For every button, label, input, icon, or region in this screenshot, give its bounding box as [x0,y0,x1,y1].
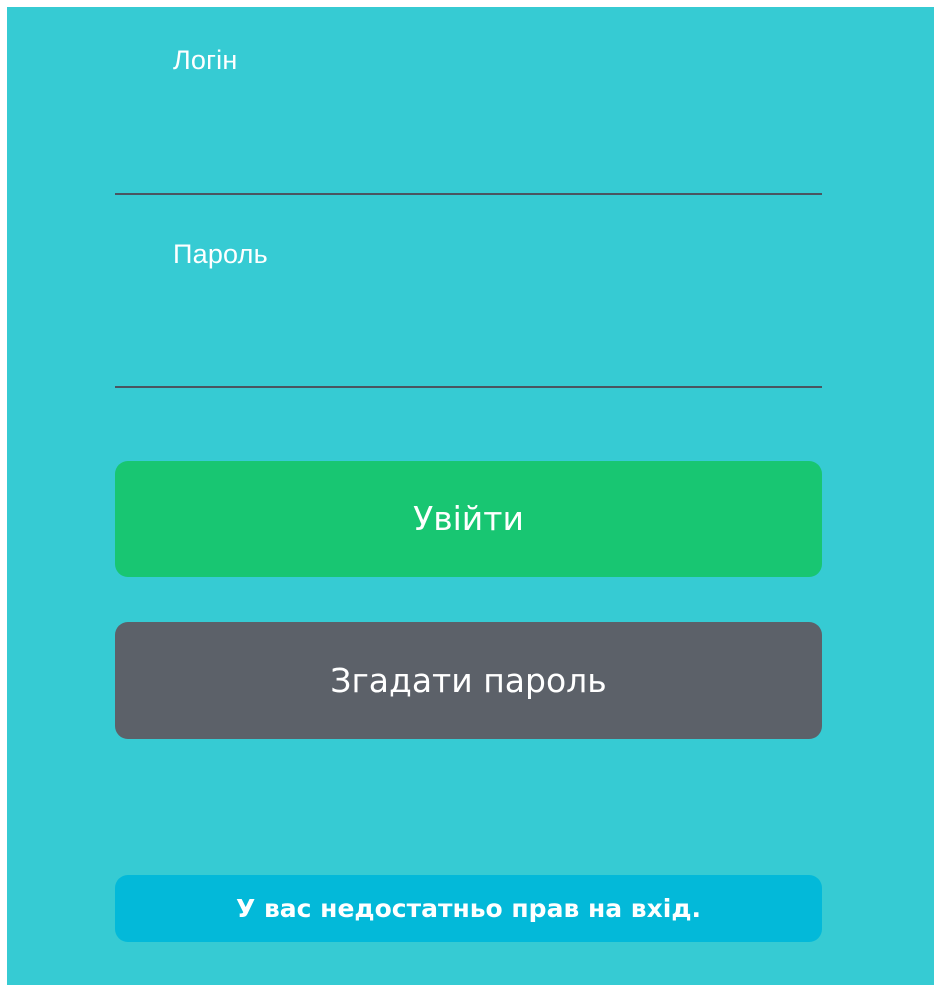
password-label: Пароль [173,239,268,269]
login-input[interactable] [115,125,822,195]
login-panel: Логін Пароль Увійти Згадати пароль У вас… [7,7,934,985]
login-label: Логін [173,45,238,75]
login-button[interactable]: Увійти [115,461,822,577]
password-input[interactable] [115,318,822,388]
remind-password-button[interactable]: Згадати пароль [115,622,822,739]
access-denied-alert: У вас недостатньо прав на вхід. [115,875,822,942]
